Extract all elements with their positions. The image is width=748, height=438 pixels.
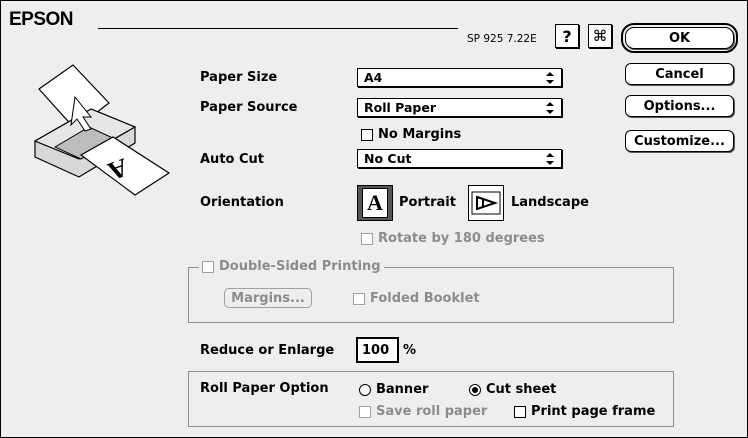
print-page-frame-checkbox-row[interactable]: Print page frame xyxy=(514,404,655,419)
cut-sheet-radio-row[interactable]: Cut sheet xyxy=(469,382,556,397)
banner-radio-row[interactable]: Banner xyxy=(359,382,428,397)
reduce-enlarge-value: 100 xyxy=(362,342,390,358)
portrait-label[interactable]: Portrait xyxy=(399,195,456,210)
rotate-180-checkbox-row[interactable]: Rotate by 180 degrees xyxy=(361,231,545,246)
popup-arrows-icon xyxy=(543,101,557,115)
header-divider xyxy=(98,28,458,29)
cut-sheet-label: Cut sheet xyxy=(486,382,557,397)
margins-button[interactable]: Margins... xyxy=(224,288,312,308)
auto-cut-value: No Cut xyxy=(364,151,412,166)
customize-button[interactable]: Customize... xyxy=(625,130,734,152)
cancel-button[interactable]: Cancel xyxy=(625,63,734,85)
reduce-enlarge-label: Reduce or Enlarge xyxy=(200,343,335,358)
no-margins-checkbox-row[interactable]: No Margins xyxy=(361,127,461,142)
landscape-label[interactable]: Landscape xyxy=(511,195,589,210)
page-setup-dialog: EPSON SP 925 7.22E ? ⌘ OK Cancel Options… xyxy=(0,0,748,438)
orientation-label: Orientation xyxy=(200,195,284,210)
portrait-icon: A xyxy=(362,188,388,218)
command-key-icon: ⌘ xyxy=(592,27,608,45)
landscape-icon xyxy=(471,191,501,215)
banner-label: Banner xyxy=(376,382,429,397)
options-button[interactable]: Options... xyxy=(625,95,734,117)
double-sided-label: Double-Sided Printing xyxy=(219,259,381,274)
paper-source-value: Roll Paper xyxy=(364,100,436,115)
paper-source-popup[interactable]: Roll Paper xyxy=(357,98,562,117)
folded-booklet-checkbox-row[interactable]: Folded Booklet xyxy=(353,291,480,306)
paper-size-label: Paper Size xyxy=(200,70,278,85)
portrait-option[interactable]: A xyxy=(357,185,393,221)
cut-sheet-radio[interactable] xyxy=(469,383,481,396)
ok-button[interactable]: OK xyxy=(621,23,738,53)
folded-booklet-checkbox[interactable] xyxy=(353,292,365,305)
no-margins-label: No Margins xyxy=(378,127,462,142)
help-icon: ? xyxy=(562,26,572,46)
double-sided-checkbox[interactable] xyxy=(202,260,214,273)
save-roll-paper-checkbox[interactable] xyxy=(359,405,371,418)
popup-arrows-icon xyxy=(543,71,557,85)
paper-source-label: Paper Source xyxy=(200,100,298,115)
paper-size-popup[interactable]: A4 xyxy=(357,68,562,87)
popup-arrows-icon xyxy=(543,152,557,166)
auto-cut-popup[interactable]: No Cut xyxy=(357,149,562,168)
roll-paper-option-label: Roll Paper Option xyxy=(200,381,329,396)
printer-info-button[interactable]: ⌘ xyxy=(588,24,612,48)
save-roll-paper-label: Save roll paper xyxy=(376,404,488,419)
percent-unit: % xyxy=(403,343,417,358)
reduce-enlarge-field[interactable]: 100 xyxy=(356,337,399,363)
banner-radio[interactable] xyxy=(359,383,371,396)
save-roll-paper-checkbox-row[interactable]: Save roll paper xyxy=(359,404,487,419)
no-margins-checkbox[interactable] xyxy=(361,128,373,141)
auto-cut-label: Auto Cut xyxy=(200,152,264,167)
driver-version: SP 925 7.22E xyxy=(467,33,537,45)
rotate-180-checkbox[interactable] xyxy=(361,232,373,245)
paper-size-value: A4 xyxy=(364,70,383,85)
print-page-frame-label: Print page frame xyxy=(531,404,656,419)
landscape-option[interactable] xyxy=(468,185,504,221)
double-sided-checkbox-row[interactable]: Double-Sided Printing xyxy=(199,259,384,274)
help-button[interactable]: ? xyxy=(555,24,579,48)
printer-preview-illustration: A xyxy=(33,64,171,196)
rotate-180-label: Rotate by 180 degrees xyxy=(378,231,545,246)
print-page-frame-checkbox[interactable] xyxy=(514,405,526,418)
folded-booklet-label: Folded Booklet xyxy=(370,291,480,306)
epson-logo: EPSON xyxy=(9,9,74,30)
